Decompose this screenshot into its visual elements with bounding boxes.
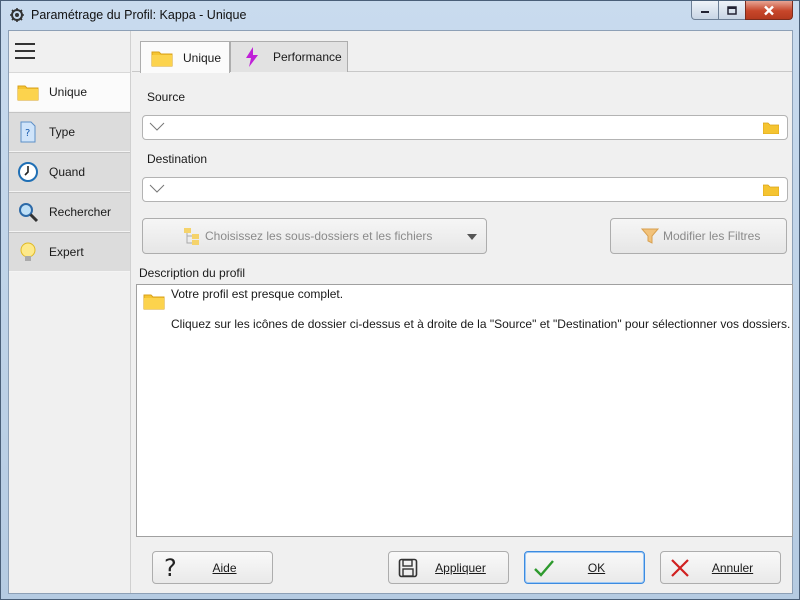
- chevron-down-icon[interactable]: [149, 122, 165, 132]
- sidebar-item-label: Expert: [49, 245, 84, 259]
- window-title: Paramétrage du Profil: Kappa - Unique: [31, 8, 247, 22]
- sidebar-item-quand[interactable]: Quand: [9, 152, 130, 192]
- modify-filters-label: Modifier les Filtres: [663, 229, 761, 243]
- maximize-icon: [727, 5, 737, 15]
- source-combobox[interactable]: [142, 115, 788, 140]
- document-question-icon: ?: [17, 121, 39, 143]
- modify-filters-button[interactable]: Modifier les Filtres: [610, 218, 787, 254]
- description-line-1: Votre profil est presque complet.: [171, 287, 344, 301]
- tab-label: Unique: [183, 50, 222, 65]
- folder-tree-icon: [184, 228, 199, 245]
- chevron-down-icon[interactable]: [149, 184, 165, 194]
- lightbulb-icon: [17, 241, 39, 263]
- magnifier-icon: [17, 201, 39, 223]
- cancel-button[interactable]: Annuler: [660, 551, 781, 584]
- close-button[interactable]: [745, 1, 793, 20]
- maximize-button[interactable]: [718, 1, 746, 20]
- tab-performance[interactable]: Performance: [230, 41, 348, 72]
- subfolders-button-label: Choisissez les sous-dossiers et les fich…: [205, 229, 433, 243]
- ok-button[interactable]: OK: [524, 551, 645, 584]
- minimize-button[interactable]: [691, 1, 719, 20]
- sidebar-item-rechercher[interactable]: Rechercher: [9, 192, 130, 232]
- apply-button[interactable]: Appliquer: [388, 551, 509, 584]
- folder-icon: [143, 294, 165, 310]
- destination-folder-icon[interactable]: [763, 183, 779, 196]
- question-icon: ?: [161, 556, 183, 580]
- tab-unique[interactable]: Unique: [140, 41, 230, 73]
- sidebar-item-label: Quand: [49, 165, 86, 179]
- folder-icon: [151, 48, 173, 68]
- svg-text:?: ?: [25, 128, 30, 139]
- dialog-client-area: Unique ? Type Quand Rechercher Expert Un…: [8, 30, 793, 594]
- source-label: Source: [147, 90, 186, 104]
- destination-combobox[interactable]: [142, 177, 788, 202]
- sidebar-item-label: Type: [49, 125, 76, 139]
- subfolders-button[interactable]: Choisissez les sous-dossiers et les fich…: [142, 218, 487, 254]
- folder-icon: [17, 81, 39, 103]
- checkmark-icon: [533, 557, 555, 579]
- dialog-window: Paramétrage du Profil: Kappa - Unique Un…: [0, 0, 800, 600]
- sidebar-item-expert[interactable]: Expert: [9, 232, 130, 272]
- destination-label: Destination: [147, 152, 208, 166]
- source-folder-icon[interactable]: [763, 121, 779, 134]
- description-box: Votre profil est presque complet. Clique…: [136, 284, 793, 537]
- cancel-x-icon: [669, 557, 691, 579]
- svg-text:?: ?: [164, 556, 177, 580]
- help-button[interactable]: ? Aide: [152, 551, 273, 584]
- save-icon: [397, 557, 419, 579]
- clock-icon: [17, 161, 39, 183]
- sidebar-item-type[interactable]: ? Type: [9, 112, 130, 152]
- sidebar-item-label: Unique: [49, 85, 88, 99]
- tab-label: Performance: [273, 50, 342, 64]
- description-label: Description du profil: [139, 266, 246, 280]
- description-line-2: Cliquez sur les icônes de dossier ci-des…: [171, 317, 791, 331]
- sidebar: Unique ? Type Quand Rechercher Expert: [9, 31, 131, 593]
- main-panel: Unique Performance Source Destination Ch…: [132, 31, 793, 593]
- gear-icon[interactable]: [9, 7, 25, 23]
- filter-icon: [641, 228, 659, 244]
- dropdown-arrow-icon: [467, 234, 477, 240]
- lightning-icon: [241, 47, 263, 67]
- hamburger-menu-icon[interactable]: [15, 43, 35, 59]
- close-icon: [764, 5, 774, 15]
- title-bar[interactable]: Paramétrage du Profil: Kappa - Unique: [1, 1, 799, 29]
- sidebar-item-label: Rechercher: [49, 205, 112, 219]
- sidebar-item-unique[interactable]: Unique: [9, 72, 130, 112]
- minimize-icon: [701, 11, 709, 13]
